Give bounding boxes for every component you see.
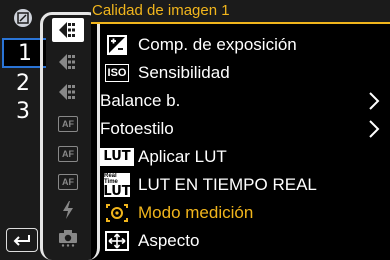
menu-item-exposure-comp[interactable]: Comp. de exposición xyxy=(100,31,390,59)
menu-item-label: Balance b. xyxy=(100,91,181,110)
menu-item-label: Fotoestilo xyxy=(100,119,174,138)
menu-item-sensitivity[interactable]: ISO Sensibilidad xyxy=(100,59,390,87)
icon-column-frame xyxy=(40,12,100,260)
menu-item-label: Aspecto xyxy=(138,231,200,250)
return-arrow-icon xyxy=(13,235,30,246)
exposure-compensation-icon xyxy=(104,34,130,56)
menu-item-label: LUT EN TIEMPO REAL xyxy=(138,175,317,194)
back-button[interactable] xyxy=(6,228,38,252)
menu-item-metering-mode[interactable]: Modo medición xyxy=(100,199,390,227)
page-2-label: 2 xyxy=(16,70,30,96)
menu-item-realtime-lut[interactable]: Real Time LUT LUT EN TIEMPO REAL xyxy=(100,171,390,199)
info-icon[interactable] xyxy=(14,9,32,27)
menu-item-label: Sensibilidad xyxy=(138,63,230,82)
realtime-lut-icon: Real Time LUT xyxy=(103,172,131,199)
lut-badge: LUT xyxy=(103,183,131,199)
page-1-label: 1 xyxy=(18,40,32,66)
menu-item-apply-lut[interactable]: LUT Aplicar LUT xyxy=(100,143,390,171)
metering-mode-icon xyxy=(104,202,130,224)
menu-title: Calidad de imagen 1 xyxy=(92,2,230,19)
menu-item-white-balance[interactable]: Balance b. xyxy=(100,87,390,115)
page-3-label: 3 xyxy=(16,98,30,124)
lut-icon: LUT xyxy=(100,146,134,168)
menu-item-label: Aplicar LUT xyxy=(138,147,227,166)
chevron-right-icon xyxy=(369,120,380,138)
header-underline xyxy=(91,22,390,24)
menu-item-label: Comp. de exposición xyxy=(138,35,297,54)
realtime-badge-label: Real Time xyxy=(104,172,118,185)
aspect-ratio-icon xyxy=(104,230,130,252)
iso-icon: ISO xyxy=(104,62,130,84)
menu-item-label: Modo medición xyxy=(138,203,254,222)
lut-badge: LUT xyxy=(100,148,134,166)
chevron-right-icon xyxy=(369,92,380,110)
menu-item-aspect[interactable]: Aspecto xyxy=(100,227,390,255)
menu-item-photo-style[interactable]: Fotoestilo xyxy=(100,115,390,143)
camera-menu-screen: 1 2 3 AF AF AF Calidad de imagen 1 Comp.… xyxy=(0,0,390,260)
iso-badge: ISO xyxy=(104,64,130,82)
